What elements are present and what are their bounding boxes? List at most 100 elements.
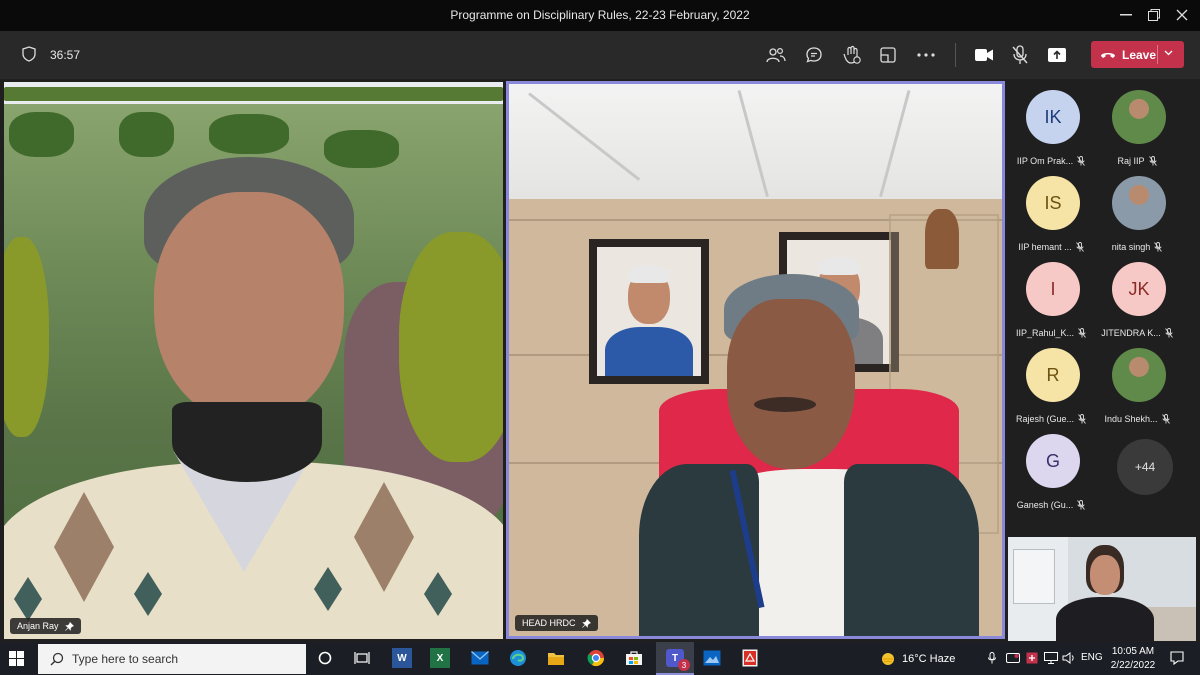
roster-participant[interactable]: R Rajesh (Gue... bbox=[1008, 343, 1098, 429]
search-icon bbox=[50, 652, 64, 666]
roster-name: IIP hemant ... bbox=[1018, 242, 1072, 252]
more-options-icon[interactable] bbox=[914, 43, 938, 67]
minimize-icon[interactable] bbox=[1115, 5, 1137, 25]
more-participants-button[interactable]: +44 bbox=[1117, 439, 1173, 495]
video-hedge bbox=[4, 87, 503, 101]
chair-finial bbox=[925, 209, 959, 269]
breakout-rooms-icon[interactable] bbox=[876, 43, 900, 67]
reactions-icon[interactable] bbox=[840, 43, 864, 67]
window-title: Programme on Disciplinary Rules, 22-23 F… bbox=[450, 8, 750, 22]
mic-icon[interactable] bbox=[988, 652, 996, 667]
roster-name: nita singh bbox=[1111, 242, 1151, 252]
pdf-reader-icon[interactable] bbox=[740, 648, 760, 668]
share-screen-icon[interactable] bbox=[1045, 43, 1069, 67]
portrait-hair bbox=[818, 257, 860, 275]
close-icon[interactable] bbox=[1171, 5, 1193, 25]
photos-icon[interactable] bbox=[702, 648, 722, 668]
camera-icon[interactable] bbox=[972, 43, 996, 67]
weather-widget[interactable]: 16°C Haze bbox=[880, 651, 955, 667]
leave-divider bbox=[1157, 45, 1158, 64]
roster-participant[interactable]: I IIP_Rahul_K... bbox=[1008, 257, 1098, 343]
roster-participant[interactable]: JK JITENDRA K... bbox=[1094, 257, 1184, 343]
antivirus-icon[interactable] bbox=[1026, 652, 1038, 667]
roster-name-row: IIP Om Prak... bbox=[1008, 156, 1094, 166]
teams-badge: 3 bbox=[678, 659, 690, 671]
self-view-video[interactable] bbox=[1008, 537, 1196, 641]
leave-button[interactable]: Leave bbox=[1091, 41, 1184, 68]
language-indicator[interactable]: ENG bbox=[1081, 652, 1103, 663]
notification-icon[interactable] bbox=[1170, 651, 1184, 668]
chrome-icon[interactable] bbox=[586, 648, 606, 668]
meeting-stage: Anjan Ray HEAD HRDC IK IIP Om Prak... Ra… bbox=[0, 79, 1200, 642]
word-icon[interactable]: W bbox=[392, 648, 412, 668]
participant-initials-avatar: IS bbox=[1026, 176, 1080, 230]
roster-name-row: nita singh bbox=[1094, 242, 1180, 252]
roster-participant[interactable]: Raj IIP bbox=[1094, 85, 1184, 171]
window-title-bar: Programme on Disciplinary Rules, 22-23 F… bbox=[0, 0, 1200, 31]
volume-icon[interactable] bbox=[1062, 652, 1076, 667]
meet-now-icon[interactable] bbox=[1006, 652, 1020, 667]
roster-name-row: JITENDRA K... bbox=[1094, 328, 1180, 338]
video-tile-head-hrdc[interactable]: HEAD HRDC bbox=[506, 81, 1005, 639]
video-tile-anjan-ray[interactable]: Anjan Ray bbox=[4, 82, 503, 639]
teams-taskbar-button[interactable]: T 3 bbox=[656, 642, 694, 675]
mic-muted-icon bbox=[1078, 414, 1086, 424]
portrait-frame bbox=[589, 239, 709, 384]
sweater-pattern bbox=[424, 572, 452, 616]
taskbar-clock[interactable]: 10:05 AM 2/22/2022 bbox=[1108, 645, 1158, 673]
roster-name: Raj IIP bbox=[1117, 156, 1145, 166]
pin-icon bbox=[64, 621, 74, 631]
portrait-hair bbox=[628, 265, 670, 284]
participant-photo-avatar bbox=[1112, 348, 1166, 402]
participant-initials-avatar: R bbox=[1026, 348, 1080, 402]
mic-muted-icon bbox=[1148, 156, 1157, 166]
roster-participant[interactable]: G Ganesh (Gu... bbox=[1008, 429, 1098, 515]
search-placeholder: Type here to search bbox=[72, 652, 179, 666]
taskbar-search-box[interactable]: Type here to search bbox=[38, 644, 306, 674]
edge-icon[interactable] bbox=[508, 648, 528, 668]
roster-participant[interactable]: nita singh bbox=[1094, 171, 1184, 257]
roster-participant[interactable]: IS IIP hemant ... bbox=[1008, 171, 1098, 257]
chat-icon[interactable] bbox=[802, 43, 826, 67]
mic-muted-icon bbox=[1161, 414, 1170, 424]
mic-muted-icon bbox=[1154, 242, 1163, 252]
shield-icon bbox=[22, 46, 36, 67]
roster-name: JITENDRA K... bbox=[1101, 328, 1161, 338]
roster-name-row: Raj IIP bbox=[1094, 156, 1180, 166]
portrait-photo bbox=[597, 247, 701, 376]
mic-muted-icon[interactable] bbox=[1008, 43, 1032, 67]
file-explorer-icon[interactable] bbox=[546, 648, 566, 668]
clock-date: 2/22/2022 bbox=[1110, 660, 1156, 671]
participant-photo-avatar bbox=[1112, 90, 1166, 144]
mic-muted-icon bbox=[1075, 242, 1084, 252]
mic-muted-icon bbox=[1164, 328, 1173, 338]
video-hedge bbox=[324, 130, 399, 168]
store-icon[interactable] bbox=[624, 648, 644, 668]
participant-photo-avatar bbox=[1112, 176, 1166, 230]
mail-icon[interactable] bbox=[470, 648, 490, 668]
participant-mustache bbox=[754, 397, 816, 412]
sweater-pattern bbox=[54, 492, 114, 602]
participant-mask bbox=[172, 402, 322, 482]
cortana-icon[interactable] bbox=[315, 648, 335, 668]
chevron-down-icon[interactable] bbox=[1164, 50, 1173, 56]
roster-name: IIP Om Prak... bbox=[1016, 156, 1074, 166]
roster-name: IIP_Rahul_K... bbox=[1015, 328, 1075, 338]
participant-initials-avatar: I bbox=[1026, 262, 1080, 316]
video-hedge bbox=[119, 112, 174, 157]
restore-icon[interactable] bbox=[1143, 5, 1165, 25]
roster-name: Rajesh (Gue... bbox=[1015, 414, 1075, 424]
self-view-board bbox=[1013, 549, 1055, 604]
excel-icon[interactable]: X bbox=[430, 648, 450, 668]
sweater-pattern bbox=[14, 577, 42, 621]
roster-participant[interactable]: Indu Shekh... bbox=[1094, 343, 1184, 429]
phone-hangup-icon bbox=[1101, 52, 1115, 58]
participant-name: HEAD HRDC bbox=[522, 618, 576, 628]
task-view-icon[interactable] bbox=[352, 648, 372, 668]
video-hedge bbox=[4, 237, 49, 437]
participant-face bbox=[154, 192, 344, 422]
windows-start-icon[interactable] bbox=[9, 651, 24, 671]
people-icon[interactable] bbox=[764, 43, 788, 67]
network-icon[interactable] bbox=[1044, 652, 1058, 667]
roster-participant[interactable]: IK IIP Om Prak... bbox=[1008, 85, 1098, 171]
